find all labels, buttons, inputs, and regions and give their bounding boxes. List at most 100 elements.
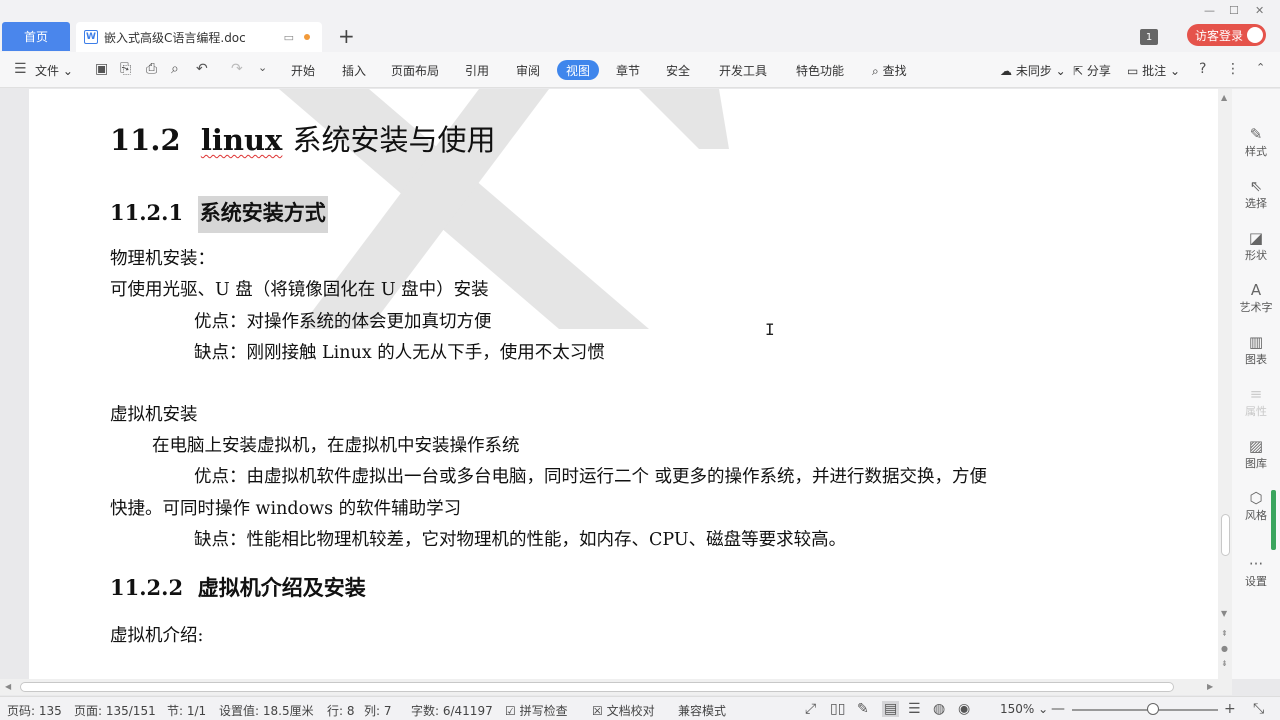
status-compat-mode: 兼容模式	[678, 704, 727, 718]
menu-file-label: 文件	[35, 64, 60, 78]
edit-pen-icon[interactable]: ✎	[857, 701, 869, 717]
unsaved-dot-icon	[304, 34, 310, 40]
status-section[interactable]: 节: 1/1	[167, 702, 206, 719]
properties-icon: ≡	[1249, 385, 1263, 403]
menu-chapter[interactable]: 章节	[616, 62, 640, 79]
vertical-scroll-thumb[interactable]	[1221, 514, 1230, 556]
proofread-button[interactable]: ☒ 文档校对	[592, 702, 655, 719]
paragraph: 物理机安装：	[110, 249, 215, 269]
dots-icon: ···	[1248, 555, 1264, 573]
chart-icon: ▥	[1248, 333, 1264, 351]
new-tab-button[interactable]: +	[338, 26, 355, 46]
comment-button[interactable]: ▭ 批注 ⌄	[1127, 62, 1180, 79]
close-icon[interactable]: ✕	[1255, 4, 1264, 17]
fullscreen-icon[interactable]: ⤢	[805, 701, 816, 717]
panel-wordart[interactable]: A 艺术字	[1232, 281, 1280, 315]
shape-icon: ◪	[1248, 229, 1264, 247]
outline-view-icon[interactable]: ☰	[908, 701, 921, 717]
scroll-left-icon[interactable]: ◀	[5, 682, 11, 691]
menu-search-label: 查找	[882, 64, 907, 78]
collapse-ribbon-icon[interactable]: ⌃	[1256, 61, 1265, 74]
panel-style[interactable]: ✎ 样式	[1232, 125, 1280, 159]
zoom-slider-knob[interactable]	[1147, 703, 1159, 715]
panel-gallery-label: 图库	[1245, 457, 1267, 470]
print-preview-icon[interactable]: ⌕	[171, 61, 179, 77]
panel-theme-label: 风格	[1245, 509, 1267, 522]
status-page-code[interactable]: 页码: 135	[7, 702, 62, 719]
vertical-scrollbar[interactable]: ▲ ▼ ⇞ ● ⇟	[1218, 89, 1232, 679]
panel-scroll-indicator[interactable]	[1271, 490, 1276, 550]
status-col[interactable]: 列: 7	[364, 702, 392, 719]
hamburger-icon[interactable]: ☰	[14, 61, 27, 77]
comment-icon: ▭	[1127, 64, 1139, 78]
zoom-out-icon[interactable]: —	[1051, 701, 1065, 717]
page-select-icon[interactable]: ●	[1221, 644, 1228, 653]
next-page-icon[interactable]: ⇟	[1221, 659, 1228, 668]
wps-writer-icon: W	[84, 30, 98, 44]
status-row[interactable]: 行: 8	[327, 702, 355, 719]
menu-security[interactable]: 安全	[666, 62, 690, 79]
undo-icon[interactable]: ↶	[196, 61, 208, 77]
maximize-icon[interactable]: ☐	[1229, 4, 1239, 17]
spell-check-button[interactable]: ☑ 拼写检查	[505, 702, 568, 719]
comment-label: 批注	[1142, 64, 1167, 78]
menu-reference[interactable]: 引用	[465, 62, 489, 79]
zoom-level[interactable]: 150% ⌄	[1000, 702, 1048, 716]
menu-review[interactable]: 审阅	[516, 62, 540, 79]
share-button[interactable]: ⇱ 分享	[1073, 62, 1111, 79]
menu-file[interactable]: 文件 ⌄	[35, 62, 73, 79]
horizontal-scroll-thumb[interactable]	[20, 682, 1174, 692]
help-icon[interactable]: ?	[1199, 61, 1206, 77]
panel-select[interactable]: ⇖ 选择	[1232, 177, 1280, 211]
zoom-in-icon[interactable]: +	[1224, 701, 1236, 717]
page-view-icon[interactable]: ▤	[882, 701, 900, 717]
more-icon[interactable]: ⋮	[1226, 61, 1240, 77]
read-mode-icon[interactable]: ▯▯	[830, 701, 845, 717]
menu-search[interactable]: ⌕ 查找	[872, 62, 907, 79]
document-tab-title: 嵌入式高级C语言编程.doc	[104, 30, 246, 45]
status-bar: 页码: 135 页面: 135/151 节: 1/1 设置值: 18.5厘米 行…	[0, 696, 1280, 720]
panel-properties[interactable]: ≡ 属性	[1232, 385, 1280, 419]
search-icon: ⌕	[872, 64, 879, 78]
menu-start[interactable]: 开始	[291, 62, 315, 79]
menu-view[interactable]: 视图	[557, 60, 599, 80]
sync-status[interactable]: ☁ 未同步 ⌄	[1000, 62, 1066, 79]
export-icon[interactable]: ⎘	[120, 61, 131, 77]
zoom-level-label: 150%	[1000, 702, 1035, 716]
tab-home[interactable]: 首页	[2, 22, 70, 51]
web-view-icon[interactable]: ◍	[933, 701, 945, 717]
monitor-icon[interactable]: ▭	[284, 31, 294, 44]
save-icon[interactable]: ▣	[95, 61, 108, 77]
menu-insert[interactable]: 插入	[342, 62, 366, 79]
panel-settings[interactable]: ··· 设置	[1232, 555, 1280, 589]
panel-chart[interactable]: ▥ 图表	[1232, 333, 1280, 367]
more-quick-icon[interactable]: ⌄	[258, 61, 267, 74]
scroll-right-icon[interactable]: ▶	[1207, 682, 1213, 691]
guest-login-button[interactable]: 访客登录	[1187, 24, 1266, 46]
menu-layout[interactable]: 页面布局	[391, 62, 439, 79]
minimize-icon[interactable]: —	[1204, 4, 1215, 17]
fit-page-icon[interactable]: ⤡	[1253, 701, 1264, 717]
scroll-down-icon[interactable]: ▼	[1221, 609, 1227, 618]
menu-features[interactable]: 特色功能	[796, 62, 844, 79]
heading-number: 11.2.2	[110, 575, 184, 600]
tab-document[interactable]: W 嵌入式高级C语言编程.doc ▭	[76, 22, 322, 52]
status-page[interactable]: 页面: 135/151	[74, 702, 156, 719]
panel-properties-label: 属性	[1245, 405, 1267, 418]
redo-icon[interactable]: ↷	[231, 61, 243, 77]
menu-devtools[interactable]: 开发工具	[719, 62, 767, 79]
panel-gallery[interactable]: ▨ 图库	[1232, 437, 1280, 471]
zoom-slider-track[interactable]	[1072, 709, 1218, 711]
scroll-up-icon[interactable]: ▲	[1221, 93, 1227, 102]
prev-page-icon[interactable]: ⇞	[1221, 629, 1228, 638]
document-page[interactable]: 11.2 linux 系统安装与使用 11.2.1 系统安装方式 物理机安装： …	[29, 89, 1218, 679]
eye-protect-icon[interactable]: ◉	[958, 701, 970, 717]
panel-shape[interactable]: ◪ 形状	[1232, 229, 1280, 263]
status-setting[interactable]: 设置值: 18.5厘米	[219, 702, 314, 719]
window-count-badge[interactable]: 1	[1140, 29, 1158, 45]
heading-text: 系统安装与使用	[292, 123, 496, 157]
horizontal-scrollbar[interactable]: ◀ ▶	[0, 679, 1232, 695]
status-words[interactable]: 字数: 6/41197	[411, 702, 493, 719]
heading-number: 11.2.1	[110, 200, 184, 225]
print-icon[interactable]: ⎙	[146, 61, 157, 77]
